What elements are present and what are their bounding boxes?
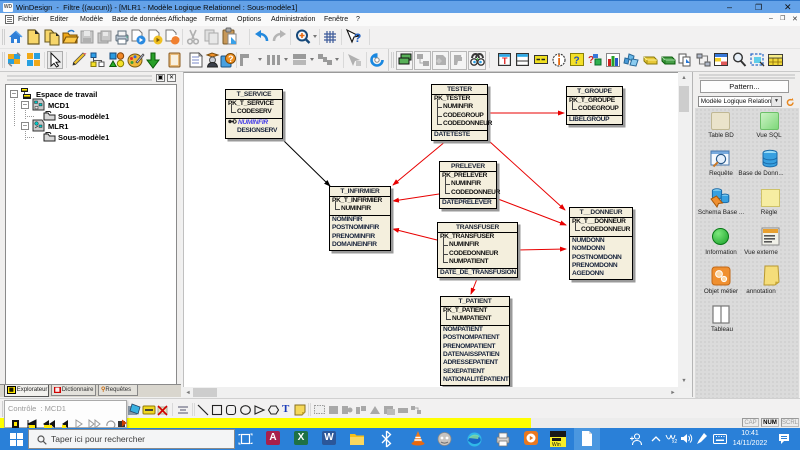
svg-text:?: ? bbox=[354, 31, 361, 45]
svg-text:Win: Win bbox=[552, 442, 561, 448]
svg-text:x2: x2 bbox=[672, 439, 678, 445]
svg-text:?: ? bbox=[228, 54, 234, 64]
